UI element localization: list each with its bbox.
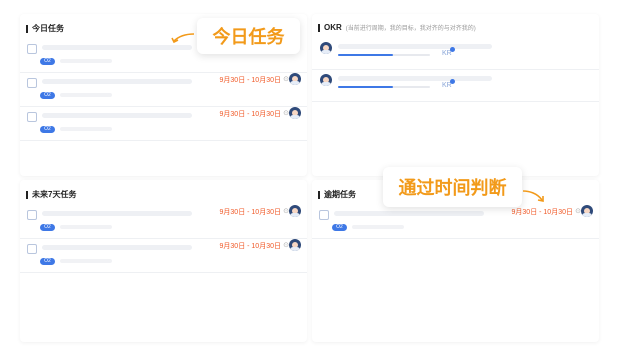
progress-fill [338,54,394,56]
task-checkbox[interactable] [319,210,329,220]
objective-title-placeholder [338,44,492,49]
task-date-range: 9月30日 - 10月30日 [219,243,281,250]
objective-tag: O2 [40,258,55,265]
kr-count-badge [450,79,455,84]
progress-fill [338,86,394,88]
owner-avatar [320,42,332,54]
owner-avatar [320,74,332,86]
task-meta-placeholder [60,127,112,131]
task-row[interactable]: 9月30日 - 10月30日 ⊙ O2 [20,238,307,273]
task-title-placeholder [42,113,192,118]
objective-title-placeholder [338,76,492,81]
objective-tag: O2 [40,224,55,231]
overdue-tasks-title: 逾期任务 [318,189,356,200]
kr-count-badge [450,47,455,52]
assignee-avatar[interactable] [289,205,301,217]
assignee-avatar[interactable] [289,73,301,85]
task-title-placeholder [42,245,192,250]
next7-tasks-title: 未来7天任务 [26,189,76,200]
task-row[interactable]: 9月30日 - 10月30日 ⊙ O2 [20,106,307,141]
okr-row[interactable]: KR [312,38,599,70]
task-checkbox[interactable] [27,44,37,54]
task-meta-placeholder [60,225,112,229]
objective-tag: O2 [40,92,55,99]
callout-today: 今日任务 [197,18,300,54]
task-title-placeholder [334,211,484,216]
task-row[interactable]: 9月30日 - 10月30日 ⊙ O2 [20,204,307,239]
task-date-range: 9月30日 - 10月30日 [511,209,573,216]
task-row[interactable]: 9月30日 - 10月30日 ⊙ O2 [20,72,307,107]
objective-tag: O2 [40,58,55,65]
callout-today-arrow-icon [171,33,195,44]
objective-tag: O2 [332,224,347,231]
title-marker [318,190,320,199]
assignee-avatar[interactable] [581,205,593,217]
okr-title: OKR (当前进行周期，我的目标，我对齐的与对齐我的) [318,23,476,32]
assignee-avatar[interactable] [289,239,301,251]
okr-subtitle: (当前进行周期，我的目标，我对齐的与对齐我的) [345,26,476,32]
task-checkbox[interactable] [27,112,37,122]
title-marker [26,24,28,33]
callout-time-arrow-icon [522,190,544,202]
task-title-placeholder [42,211,192,216]
today-tasks-title: 今日任务 [26,23,64,34]
task-date-range: 9月30日 - 10月30日 [219,209,281,216]
title-marker [26,190,28,199]
task-title-placeholder [42,79,192,84]
task-row[interactable]: 9月30日 - 10月30日 ⊙ O2 [312,204,599,239]
task-checkbox[interactable] [27,78,37,88]
objective-progress-bar [338,86,430,88]
task-meta-placeholder [352,225,404,229]
task-meta-placeholder [60,93,112,97]
task-date-range: 9月30日 - 10月30日 [219,77,281,84]
callout-time: 通过时间判断 [383,167,522,207]
okr-row[interactable]: KR [312,70,599,102]
objective-tag: O2 [40,126,55,133]
title-marker [318,23,320,32]
task-meta-placeholder [60,259,112,263]
next7-tasks-panel: 未来7天任务 9月30日 - 10月30日 ⊙ O2 9月30日 - 10月30… [20,180,307,342]
objective-progress-bar [338,54,430,56]
task-title-placeholder [42,45,192,50]
assignee-avatar[interactable] [289,107,301,119]
task-checkbox[interactable] [27,244,37,254]
okr-panel: OKR (当前进行周期，我的目标，我对齐的与对齐我的) KR KR [312,14,599,176]
task-meta-placeholder [60,59,112,63]
task-checkbox[interactable] [27,210,37,220]
task-date-range: 9月30日 - 10月30日 [219,111,281,118]
